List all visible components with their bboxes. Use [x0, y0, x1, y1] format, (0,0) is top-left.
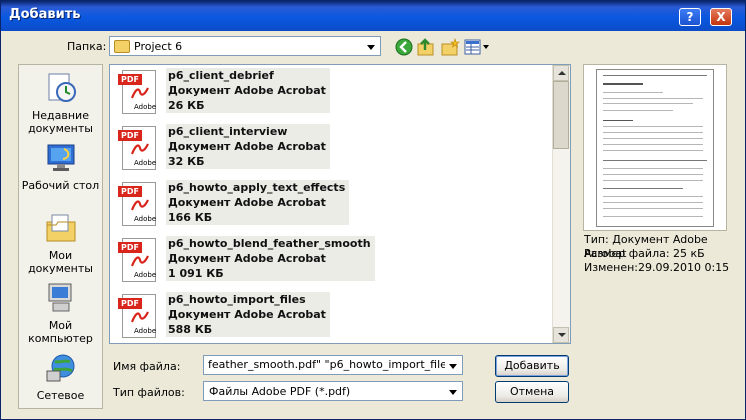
cancel-button[interactable]: Отмена: [495, 381, 569, 403]
filetype-label: Тип файлов:: [113, 386, 185, 399]
place-desktop[interactable]: Рабочий стол: [19, 141, 102, 192]
help-button[interactable]: ?: [679, 8, 701, 26]
new-folder-icon[interactable]: [440, 37, 460, 57]
place-recent[interactable]: Недавние документы: [19, 71, 102, 135]
file-size: 1 091 КБ: [168, 267, 224, 280]
file-name: p6_client_interview: [168, 125, 288, 138]
file-name: p6_howto_apply_text_effects: [168, 181, 346, 194]
place-label: Мои документы: [28, 249, 93, 275]
recent-documents-icon: [48, 73, 76, 102]
file-name: p6_howto_import_files: [168, 293, 306, 306]
filename-label: Имя файла:: [113, 360, 181, 373]
pdf-file-icon: PDF Adobe: [118, 294, 156, 338]
chevron-down-icon[interactable]: [445, 383, 461, 399]
filetype-value: Файлы Adobe PDF (*.pdf): [209, 385, 351, 398]
close-button[interactable]: X: [710, 8, 732, 26]
scroll-thumb[interactable]: [553, 81, 569, 149]
pdf-file-icon: PDF Adobe: [118, 70, 156, 114]
filename-value: feather_smooth.pdf" "p6_howto_import_fil…: [208, 358, 463, 371]
add-button[interactable]: Добавить: [495, 355, 569, 377]
chevron-down-icon[interactable]: [445, 357, 461, 373]
file-name: p6_howto_blend_feather_smooth: [168, 237, 371, 250]
file-size: 32 КБ: [168, 155, 205, 168]
folder-value: Project 6: [134, 40, 183, 53]
places-bar: Недавние документы Рабочий стол Мои доку…: [18, 64, 103, 409]
file-item[interactable]: PDF Adobe p6_howto_blend_feather_smooth …: [118, 236, 448, 288]
up-folder-icon[interactable]: [416, 37, 436, 57]
place-label: Рабочий стол: [21, 179, 100, 192]
place-my-documents[interactable]: Мои документы: [19, 211, 102, 275]
place-label: Мой компьютер: [28, 319, 93, 345]
place-label: Недавние документы: [28, 109, 93, 135]
preview-modified: Изменен:29.09.2010 0:15: [584, 261, 730, 274]
desktop-icon: [47, 144, 74, 171]
file-type: Документ Adobe Acrobat: [168, 308, 326, 321]
preview-size: Размер файла: 25 кБ: [584, 247, 705, 260]
chevron-down-icon[interactable]: [363, 38, 379, 54]
file-type: Документ Adobe Acrobat: [168, 196, 326, 209]
vertical-scrollbar[interactable]: [552, 65, 570, 343]
scroll-up-arrow[interactable]: [553, 65, 569, 81]
pdf-file-icon: PDF Adobe: [118, 126, 156, 170]
preview-page-thumbnail: [596, 69, 714, 227]
file-size: 26 КБ: [168, 99, 205, 112]
my-documents-icon: [46, 214, 75, 242]
place-network[interactable]: Сетевое: [19, 351, 102, 402]
dialog-window: Добавить ? X Папка: Project 6 Недавние д…: [0, 0, 746, 420]
title-bar[interactable]: Добавить ? X: [1, 1, 745, 31]
dialog-title: Добавить: [9, 7, 81, 22]
filetype-select[interactable]: Файлы Adobe PDF (*.pdf): [203, 381, 463, 401]
place-label: Сетевое: [36, 389, 85, 402]
folder-icon: [114, 40, 130, 53]
my-computer-icon: [48, 283, 71, 312]
pdf-file-icon: PDF Adobe: [118, 182, 156, 226]
file-size: 588 КБ: [168, 323, 213, 336]
preview-pane: [583, 64, 727, 231]
scroll-down-arrow[interactable]: [553, 327, 569, 343]
file-name: p6_client_debrief: [168, 69, 274, 82]
file-item[interactable]: PDF Adobe p6_client_debrief Документ Ado…: [118, 68, 448, 120]
place-my-computer[interactable]: Мой компьютер: [19, 281, 102, 345]
folder-select[interactable]: Project 6: [109, 36, 381, 56]
file-list[interactable]: PDF Adobe p6_client_debrief Документ Ado…: [109, 64, 571, 344]
view-menu-icon[interactable]: [463, 37, 491, 57]
network-icon: [46, 354, 74, 382]
filename-history-dropdown[interactable]: [445, 356, 462, 374]
file-item[interactable]: PDF Adobe p6_client_interview Документ A…: [118, 124, 448, 176]
file-item[interactable]: PDF Adobe p6_howto_apply_text_effects До…: [118, 180, 448, 232]
file-type: Документ Adobe Acrobat: [168, 252, 326, 265]
file-size: 166 КБ: [168, 211, 213, 224]
file-type: Документ Adobe Acrobat: [168, 140, 326, 153]
file-type: Документ Adobe Acrobat: [168, 84, 326, 97]
filename-input[interactable]: feather_smooth.pdf" "p6_howto_import_fil…: [203, 355, 463, 375]
file-item[interactable]: PDF Adobe p6_howto_import_files Документ…: [118, 292, 448, 343]
folder-label: Папка:: [67, 40, 107, 53]
pdf-file-icon: PDF Adobe: [118, 238, 156, 282]
back-icon[interactable]: [394, 37, 414, 57]
